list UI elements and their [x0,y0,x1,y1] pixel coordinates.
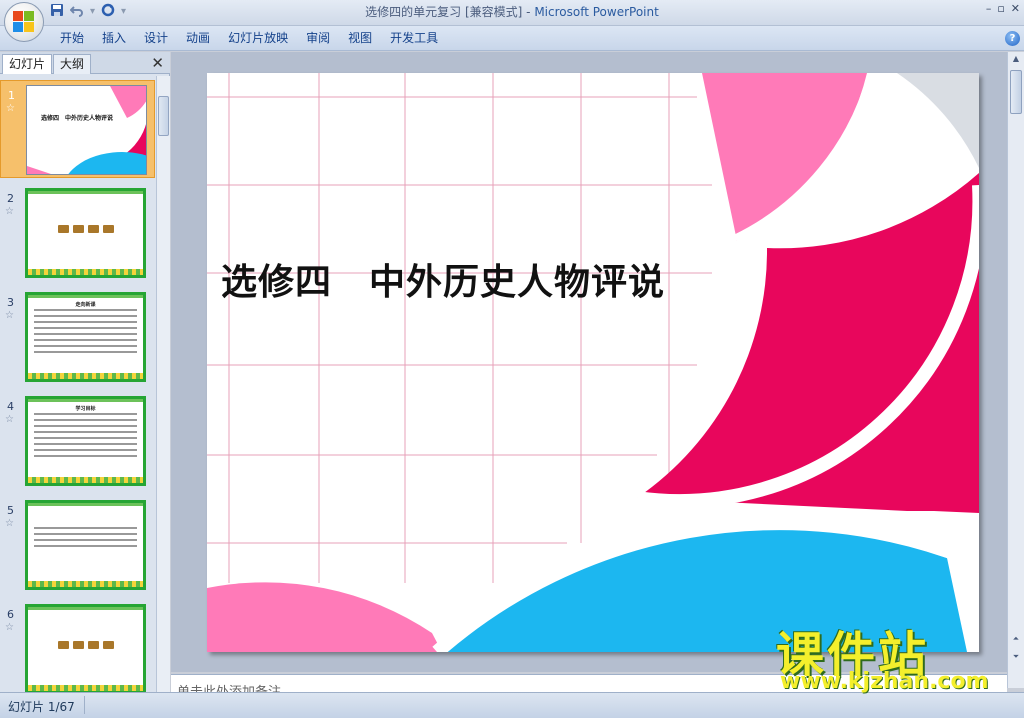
status-divider [84,696,85,714]
animation-star-icon: ☆ [5,310,14,321]
redo-icon[interactable] [101,3,115,20]
slide-thumbnail-2[interactable]: 2 ☆ [0,184,155,282]
slide-preview: 选修四 中外历史人物评说 [26,85,147,175]
undo-icon[interactable] [69,3,84,20]
close-pane-icon[interactable]: ✕ [151,54,164,72]
slide-number: 3 [7,296,14,309]
customize-icon[interactable]: ▾ [121,6,126,17]
pane-tabs: 幻灯片 大纲 ✕ [0,52,170,74]
thumbnail-scrollbar[interactable] [156,76,170,692]
tab-developer[interactable]: 开发工具 [390,30,453,46]
slide-number: 2 [7,192,14,205]
tab-animations[interactable]: 动画 [186,30,225,46]
animation-star-icon: ☆ [5,414,14,425]
animation-star-icon: ☆ [5,622,14,633]
scrollbar-thumb[interactable] [158,96,169,136]
tab-view[interactable]: 视图 [348,30,387,46]
slide-thumbnail-4[interactable]: 4 ☆ 学习目标 [0,392,155,490]
animation-star-icon: ☆ [6,103,15,114]
slide-preview: 学习目标 [25,396,146,486]
quick-access-toolbar: ▾ ▾ [50,3,126,20]
tab-slides[interactable]: 幻灯片 [2,54,53,74]
slide-title[interactable]: 选修四 中外历史人物评说 [221,253,665,305]
notes-placeholder: 单击此处添加备注 [177,681,281,692]
watermark-logo: 课件站 www.kjzhan.com [776,627,989,694]
slide-preview [25,188,146,278]
slide-scrollbar[interactable]: ▲ ⏶ ⏷ [1007,52,1024,688]
tab-insert[interactable]: 插入 [102,30,141,46]
dropdown-arrow-icon[interactable]: ▾ [90,6,95,17]
tab-review[interactable]: 审阅 [306,30,345,46]
current-slide[interactable]: 选修四 中外历史人物评说 [207,73,979,652]
save-icon[interactable] [50,3,64,20]
slide-number: 4 [7,400,14,413]
window-title: 选修四的单元复习 [兼容模式] - Microsoft PowerPoint [365,5,659,19]
ribbon-tabs: 开始 插入 设计 动画 幻灯片放映 审阅 视图 开发工具 [60,30,456,46]
animation-star-icon: ☆ [5,518,14,529]
slides-pane: 幻灯片 大纲 ✕ 1 ☆ 选修四 中外历史人物评说 2 ☆ 3 ☆ 走向新课 4… [0,52,170,692]
window-controls: – ▫ ✕ [986,2,1020,15]
thumbnail-list: 1 ☆ 选修四 中外历史人物评说 2 ☆ 3 ☆ 走向新课 4 ☆ 学习目标 5… [0,76,155,692]
tab-design[interactable]: 设计 [144,30,183,46]
slide-preview [25,604,146,692]
minimize-button[interactable]: – [986,2,992,15]
slide-thumbnail-6[interactable]: 6 ☆ [0,600,155,692]
slide-background [207,73,979,652]
slide-number: 6 [7,608,14,621]
slide-number: 5 [7,504,14,517]
slide-number: 1 [8,89,15,102]
slide-editor: 选修四 中外历史人物评说 [171,52,1007,672]
help-icon[interactable]: ? [1005,31,1020,46]
slide-counter: 幻灯片 1/67 [8,700,75,714]
slide-thumbnail-3[interactable]: 3 ☆ 走向新课 [0,288,155,386]
slide-title-mini: 选修四 中外历史人物评说 [41,114,113,122]
close-button[interactable]: ✕ [1011,2,1020,15]
office-logo-icon [13,11,35,33]
status-bar: 幻灯片 1/67 [0,692,1024,718]
slide-preview [25,500,146,590]
restore-button[interactable]: ▫ [997,2,1004,15]
tab-outline[interactable]: 大纲 [53,54,92,74]
tab-slideshow[interactable]: 幻灯片放映 [228,30,303,46]
office-button[interactable] [4,2,44,42]
tab-home[interactable]: 开始 [60,30,99,46]
scrollbar-thumb[interactable] [1010,70,1022,114]
slide-preview: 走向新课 [25,292,146,382]
slide-thumbnail-1[interactable]: 1 ☆ 选修四 中外历史人物评说 [0,80,155,178]
slide-thumbnail-5[interactable]: 5 ☆ [0,496,155,594]
ribbon: 开始 插入 设计 动画 幻灯片放映 审阅 视图 开发工具 ? [0,26,1024,51]
title-bar: 选修四的单元复习 [兼容模式] - Microsoft PowerPoint ▾… [0,0,1024,26]
scroll-up-icon[interactable]: ▲ [1008,54,1024,68]
animation-star-icon: ☆ [5,206,14,217]
